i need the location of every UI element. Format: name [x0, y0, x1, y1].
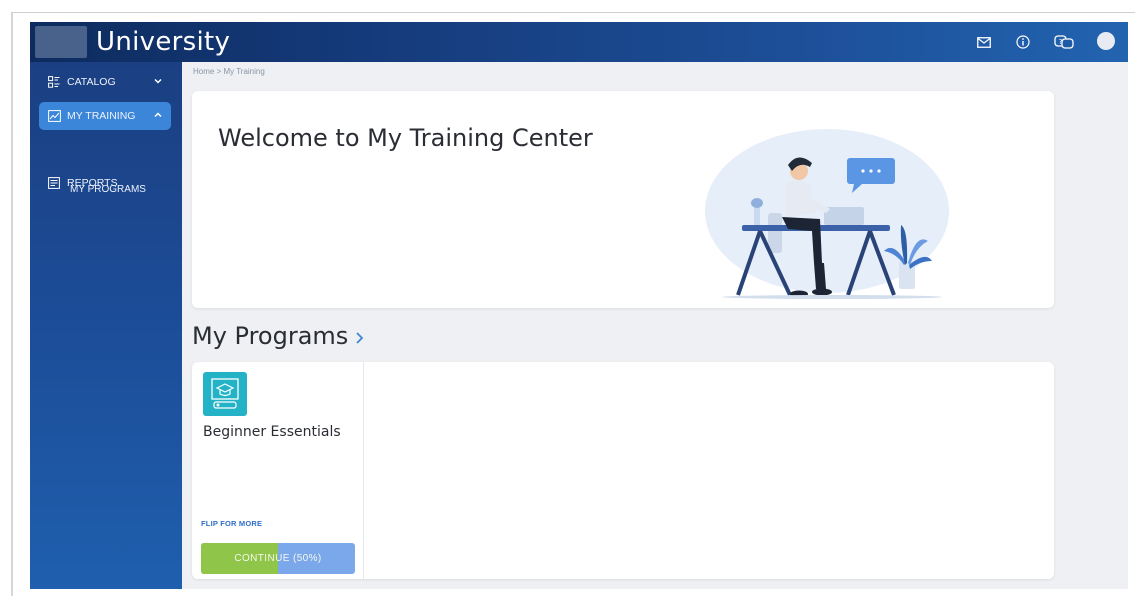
brand-title[interactable]: University	[96, 27, 230, 57]
screen-frame: University ? CATALOG MY TRAINING MY PROG…	[0, 0, 1135, 596]
programs-panel: Beginner Essentials FLIP FOR MORE CONTIN…	[192, 362, 1054, 579]
sidebar-item-label: REPORTS	[67, 177, 118, 189]
welcome-card: Welcome to My Training Center	[192, 91, 1054, 308]
continue-button[interactable]: CONTINUE (50%)	[201, 543, 355, 574]
avatar[interactable]	[1097, 32, 1115, 50]
program-icon	[203, 372, 247, 416]
flip-for-more-link[interactable]: FLIP FOR MORE	[201, 519, 262, 528]
sidebar-item-my-training[interactable]: MY TRAINING	[39, 102, 171, 130]
chevron-right-icon[interactable]	[354, 331, 366, 345]
frame-border-left	[11, 12, 13, 596]
mail-icon[interactable]	[976, 33, 992, 51]
sidebar-item-label: CATALOG	[67, 76, 116, 88]
sidebar-item-catalog[interactable]: CATALOG	[39, 68, 171, 96]
app-window: University ? CATALOG MY TRAINING MY PROG…	[30, 22, 1128, 589]
sidebar: CATALOG MY TRAINING MY PROGRAMS REPORTS	[30, 62, 182, 589]
logo[interactable]	[35, 26, 87, 58]
top-bar: University ?	[30, 22, 1128, 62]
section-title-my-programs[interactable]: My Programs	[192, 322, 348, 350]
continue-button-label: CONTINUE (50%)	[234, 553, 322, 564]
program-name: Beginner Essentials	[203, 424, 341, 440]
help-chat-icon[interactable]: ?	[1054, 33, 1074, 51]
training-illustration	[702, 113, 962, 303]
info-icon[interactable]	[1015, 33, 1031, 51]
page-title: Welcome to My Training Center	[218, 124, 593, 152]
reports-icon	[47, 176, 61, 190]
breadcrumb[interactable]: Home > My Training	[193, 67, 265, 76]
program-card[interactable]: Beginner Essentials FLIP FOR MORE CONTIN…	[192, 362, 364, 579]
frame-border-top	[11, 12, 1135, 13]
svg-text:?: ?	[1059, 38, 1063, 46]
sidebar-item-label: MY TRAINING	[67, 110, 136, 122]
catalog-icon	[47, 75, 61, 89]
sidebar-item-reports[interactable]: REPORTS	[39, 169, 171, 197]
chart-icon	[47, 109, 61, 123]
chevron-down-icon[interactable]	[153, 76, 163, 86]
chevron-up-icon[interactable]	[153, 110, 163, 120]
